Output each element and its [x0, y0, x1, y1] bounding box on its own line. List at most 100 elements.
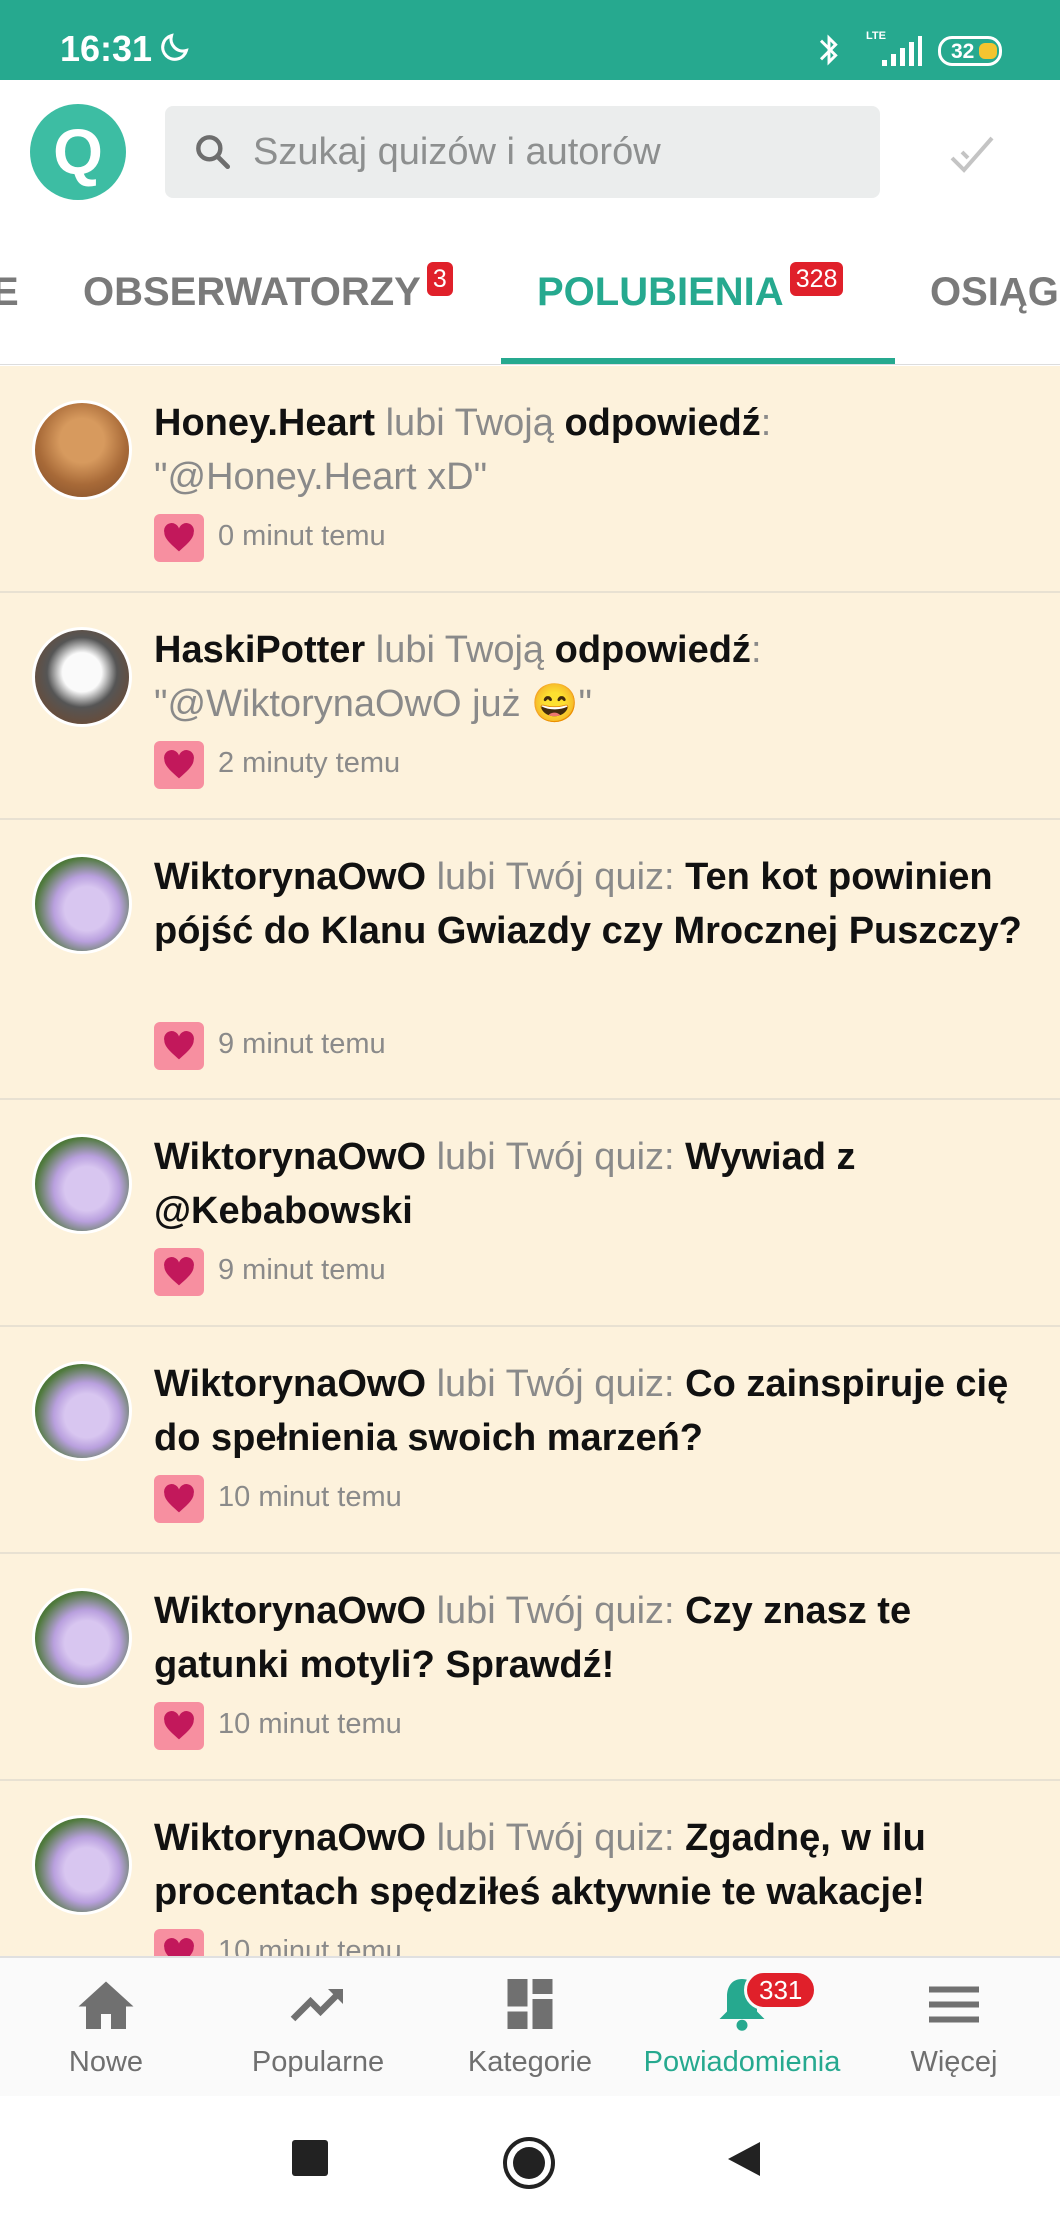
timestamp: 10 minut temu — [218, 1708, 402, 1740]
username[interactable]: WiktorynaOwO — [154, 1590, 426, 1632]
status-time: 16:31 — [60, 28, 153, 69]
nav-item-notifications[interactable]: 331 Powiadomienia — [636, 1958, 848, 2098]
mark-all-read-icon[interactable] — [948, 132, 998, 178]
search-bar[interactable] — [165, 106, 880, 198]
notification-text: WiktorynaOwO lubi Twój quiz: Czy znasz t… — [154, 1584, 1034, 1692]
nav-item-new[interactable]: Nowe — [0, 1958, 212, 2098]
nav-item-popular[interactable]: Popularne — [212, 1958, 424, 2098]
trending-icon — [290, 1989, 343, 2022]
avatar[interactable] — [32, 1361, 132, 1461]
nav-item-categories[interactable]: Kategorie — [424, 1958, 636, 2098]
app-header: Q — [0, 80, 1060, 230]
heart-icon — [154, 1929, 204, 1956]
home-icon — [78, 1981, 134, 2029]
username[interactable]: Honey.Heart — [154, 402, 375, 444]
recent-apps-icon[interactable] — [292, 2140, 328, 2176]
list-item[interactable]: WiktorynaOwO lubi Twój quiz: Czy znasz t… — [0, 1554, 1060, 1781]
list-item[interactable]: WiktorynaOwO lubi Twój quiz: Zgadnę, w i… — [0, 1781, 1060, 1956]
username[interactable]: WiktorynaOwO — [154, 1136, 426, 1178]
notification-badge: 331 — [744, 1970, 818, 2010]
username[interactable]: WiktorynaOwO — [154, 1363, 426, 1405]
username[interactable]: WiktorynaOwO — [154, 1817, 426, 1859]
tab-observers[interactable]: OBSERWATORZY 3 — [83, 262, 453, 315]
target-link[interactable]: odpowiedź — [564, 402, 760, 444]
nav-label: Powiadomienia — [643, 2046, 841, 2078]
list-item[interactable]: HaskiPotter lubi Twoją odpowiedź: "@Wikt… — [0, 593, 1060, 820]
action-text: lubi Twój quiz: — [436, 1817, 675, 1859]
heart-icon — [154, 1022, 204, 1070]
signal-icon — [882, 36, 922, 66]
nav-item-more[interactable]: Więcej — [848, 1958, 1060, 2098]
tab-previous[interactable]: E — [0, 270, 19, 315]
notification-text: WiktorynaOwO lubi Twój quiz: Zgadnę, w i… — [154, 1811, 1034, 1919]
dashboard-icon — [507, 1979, 553, 2029]
tab-label: OBSERWATORZY — [83, 270, 421, 314]
avatar[interactable] — [32, 1588, 132, 1688]
timestamp: 10 minut temu — [218, 1481, 402, 1513]
nav-label: Więcej — [910, 2046, 998, 2078]
bottom-navigation: Nowe Popularne Kategorie 331 Powiadomien… — [0, 1956, 1060, 2096]
back-icon[interactable] — [726, 2140, 762, 2178]
quoted-answer: "@Honey.Heart xD" — [154, 456, 488, 498]
tab-badge: 3 — [426, 262, 453, 296]
notification-text: WiktorynaOwO lubi Twój quiz: Co zainspir… — [154, 1357, 1034, 1465]
tab-likes[interactable]: POLUBIENIA 328 — [537, 262, 844, 315]
nav-label: Popularne — [251, 2046, 385, 2078]
action-text: lubi Twój quiz: — [436, 856, 675, 898]
notification-text: WiktorynaOwO lubi Twój quiz: Wywiad z @K… — [154, 1130, 1034, 1238]
system-navigation-bar — [0, 2096, 1060, 2237]
nav-label: Kategorie — [467, 2046, 593, 2078]
list-item[interactable]: Honey.Heart lubi Twoją odpowiedź: "@Hone… — [0, 366, 1060, 593]
battery-level: 32 — [951, 40, 975, 63]
list-item[interactable]: WiktorynaOwO lubi Twój quiz: Co zainspir… — [0, 1327, 1060, 1554]
username[interactable]: WiktorynaOwO — [154, 856, 426, 898]
timestamp: 10 minut temu — [218, 1935, 402, 1956]
notification-tabs: E OBSERWATORZY 3 POLUBIENIA 328 OSIĄG — [0, 230, 1060, 365]
notification-text: WiktorynaOwO lubi Twój quiz: Ten kot pow… — [154, 850, 1034, 958]
bluetooth-icon — [819, 34, 838, 66]
search-input[interactable] — [253, 122, 853, 182]
timestamp: 2 minuty temu — [218, 747, 401, 779]
timestamp: 0 minut temu — [218, 520, 386, 552]
menu-icon — [929, 1986, 979, 2023]
tab-achievements[interactable]: OSIĄG — [930, 270, 1059, 315]
nav-label: Nowe — [68, 2046, 144, 2078]
action-text: lubi Twój quiz: — [436, 1363, 675, 1405]
timestamp: 9 minut temu — [218, 1254, 386, 1286]
avatar[interactable] — [32, 1815, 132, 1915]
notification-list[interactable]: Honey.Heart lubi Twoją odpowiedź: "@Hone… — [0, 366, 1060, 1956]
username[interactable]: HaskiPotter — [154, 629, 365, 671]
app-logo[interactable]: Q — [30, 104, 126, 200]
search-icon — [196, 135, 231, 170]
action-text: lubi Twój quiz: — [436, 1590, 675, 1632]
heart-icon — [154, 1248, 204, 1296]
signal-indicator: LTE — [862, 30, 922, 70]
avatar[interactable] — [32, 854, 132, 954]
status-bar: 16:31 LTE 32 — [0, 0, 1060, 80]
tab-label: E — [0, 270, 19, 314]
battery-icon: 32 — [938, 36, 1002, 66]
target-link[interactable]: odpowiedź — [555, 629, 751, 671]
tab-label: OSIĄG — [930, 270, 1059, 314]
notification-text: Honey.Heart lubi Twoją odpowiedź: "@Hone… — [154, 396, 1034, 504]
tab-label: POLUBIENIA — [537, 270, 784, 314]
logo-letter: Q — [53, 116, 103, 188]
divider — [0, 364, 1060, 365]
notification-text: HaskiPotter lubi Twoją odpowiedź: "@Wikt… — [154, 623, 1034, 731]
avatar[interactable] — [32, 1134, 132, 1234]
separator: : — [750, 629, 762, 671]
moon-icon — [161, 33, 189, 61]
heart-icon — [154, 1475, 204, 1523]
list-item[interactable]: WiktorynaOwO lubi Twój quiz: Wywiad z @K… — [0, 1100, 1060, 1327]
separator: : — [760, 402, 772, 444]
action-text: lubi Twoją — [385, 402, 554, 444]
heart-icon — [154, 741, 204, 789]
timestamp: 9 minut temu — [218, 1028, 386, 1060]
avatar[interactable] — [32, 400, 132, 500]
tab-badge: 328 — [789, 262, 844, 296]
list-item[interactable]: WiktorynaOwO lubi Twój quiz: Ten kot pow… — [0, 820, 1060, 1100]
home-button-icon[interactable] — [502, 2136, 556, 2190]
action-text: lubi Twoją — [375, 629, 545, 671]
heart-icon — [154, 514, 204, 562]
avatar[interactable] — [32, 627, 132, 727]
